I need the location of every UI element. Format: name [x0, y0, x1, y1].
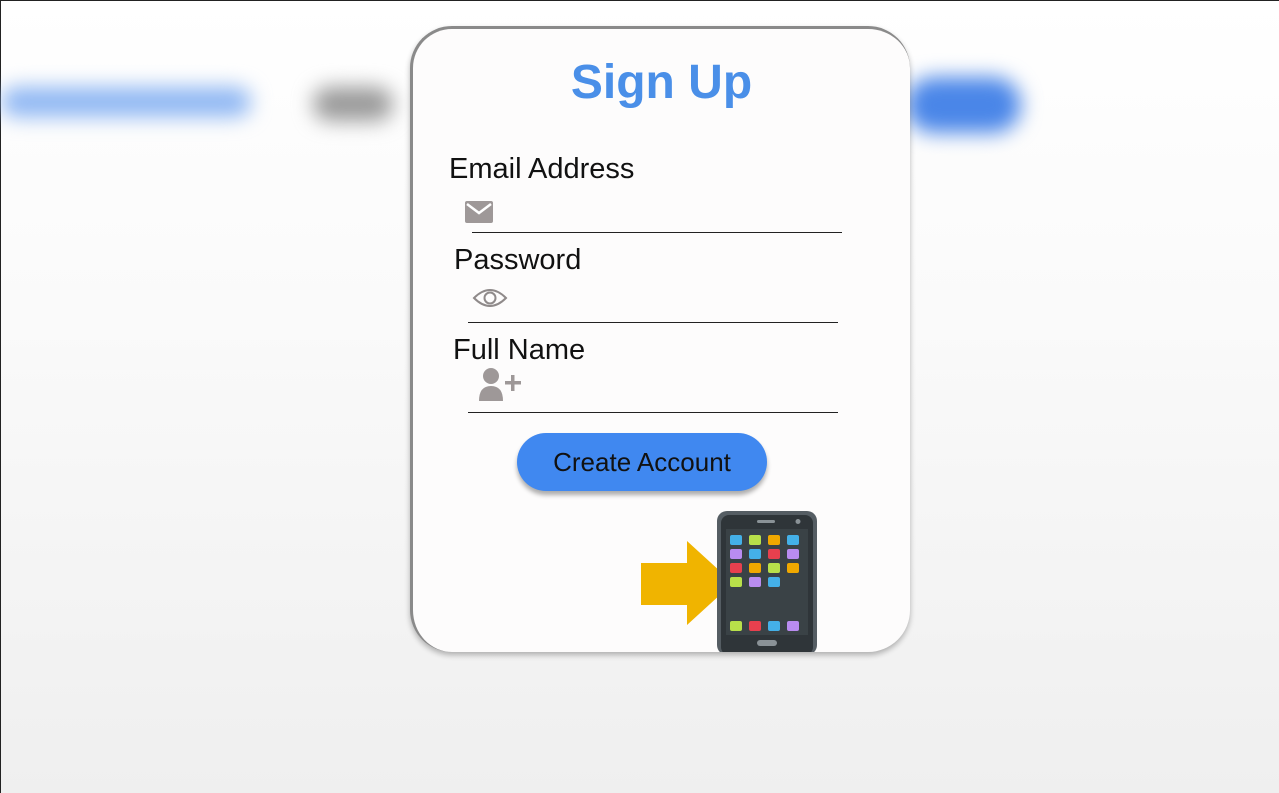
envelope-icon [465, 201, 493, 223]
password-label: Password [454, 244, 582, 276]
blurred-background-bar [1, 87, 251, 117]
smartphone-icon [717, 511, 817, 652]
email-underline [472, 232, 842, 233]
phone-illustration [641, 511, 817, 652]
blurred-background-button [313, 87, 393, 121]
full-name-label: Full Name [453, 334, 586, 366]
email-label: Email Address [449, 153, 635, 185]
signup-card: Sign Up Email Address Password Full Name… [410, 26, 910, 652]
full-name-underline [468, 412, 838, 413]
blurred-background-button-blue [906, 77, 1021, 133]
page-title: Sign Up [570, 56, 753, 109]
create-account-button[interactable]: Create Account [517, 433, 767, 491]
eye-icon[interactable] [472, 286, 508, 310]
password-underline [468, 322, 838, 323]
add-user-icon [479, 368, 521, 401]
